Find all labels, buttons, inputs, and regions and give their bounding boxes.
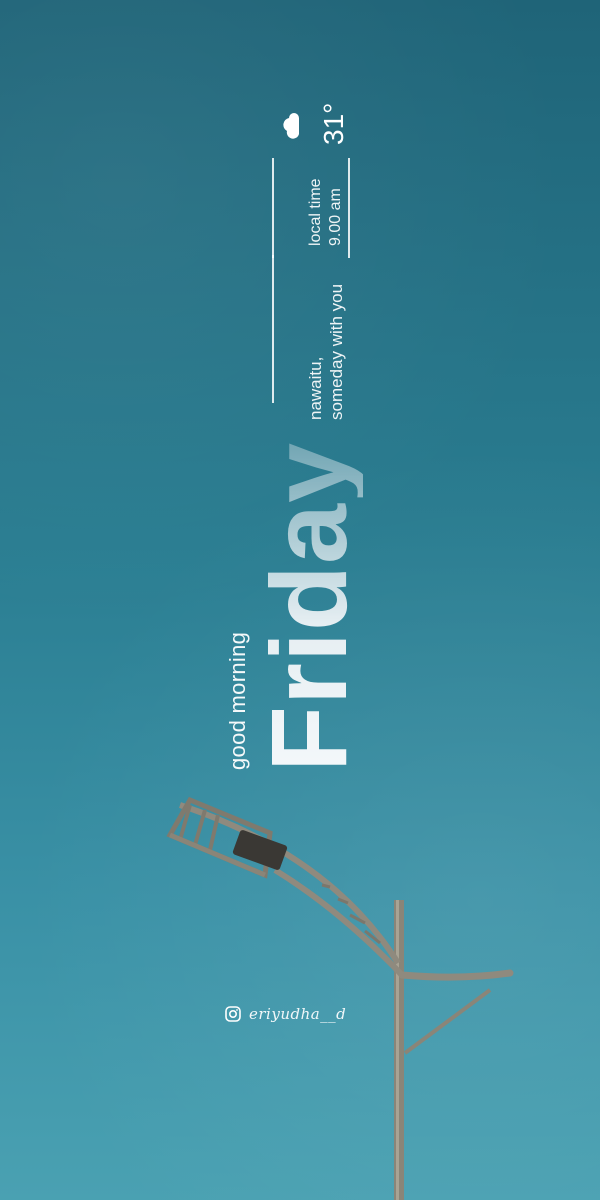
- instagram-icon: [225, 1006, 241, 1022]
- local-time-block: local time 9.00 am: [306, 178, 346, 246]
- divider: [272, 158, 274, 258]
- instagram-handle: eriyudha__d: [249, 1005, 347, 1023]
- divider: [348, 158, 350, 258]
- cloud-icon: [283, 113, 299, 139]
- street-lamp-image: [166, 796, 514, 1200]
- day-title: Friday: [248, 441, 369, 772]
- divider: [272, 255, 274, 403]
- motto-line-2: someday with you: [327, 283, 347, 420]
- motto-line-1: nawaitu,: [306, 356, 325, 420]
- temperature: 31°: [318, 102, 349, 145]
- motto-text: nawaitu, someday with you: [305, 284, 348, 420]
- local-time-label: local time: [307, 178, 324, 246]
- local-time-value: 9.00 am: [327, 188, 344, 246]
- greeting-text: good morning: [225, 631, 250, 770]
- instagram-credit[interactable]: eriyudha__d: [225, 1005, 346, 1023]
